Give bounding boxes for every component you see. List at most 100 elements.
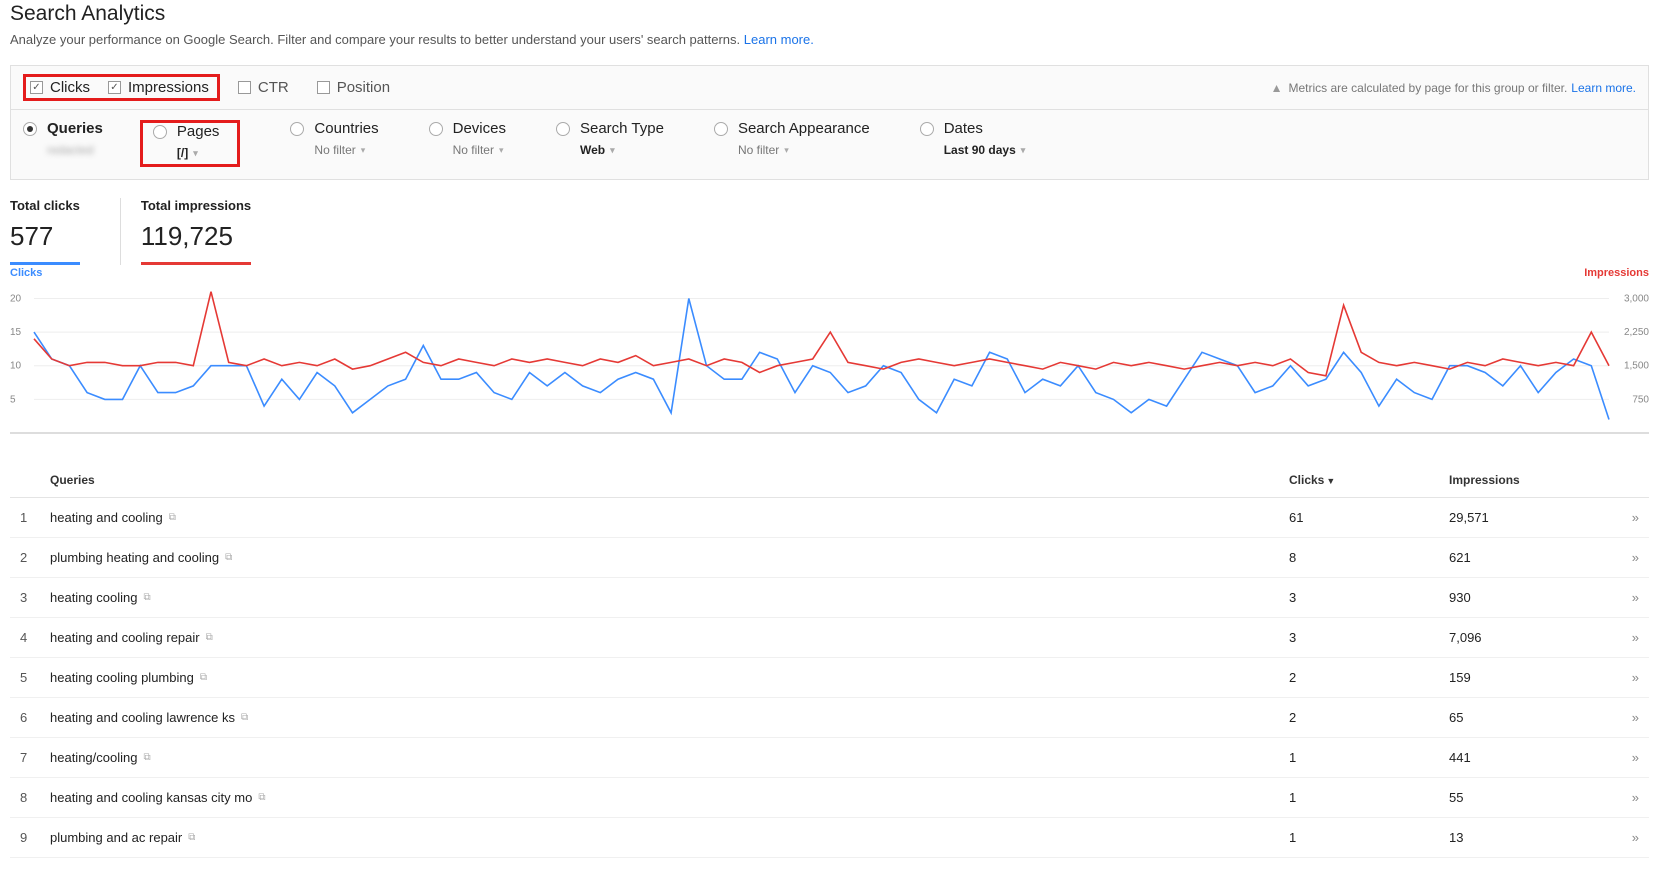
dimension-search-type[interactable]: Search Type Web▾ bbox=[556, 120, 664, 167]
checkbox-position[interactable]: Position bbox=[317, 79, 390, 96]
svg-text:10: 10 bbox=[10, 361, 22, 372]
page-subtitle: Analyze your performance on Google Searc… bbox=[10, 32, 1649, 47]
cell-clicks: 2 bbox=[1279, 698, 1439, 738]
dimension-sub[interactable]: No filter▾ bbox=[314, 143, 378, 157]
dimension-pages[interactable]: Pages [/]▾ bbox=[153, 123, 220, 160]
cell-query: plumbing heating and cooling⧉ bbox=[40, 538, 1279, 578]
cell-impressions: 7,096 bbox=[1439, 618, 1599, 658]
total-clicks: Total clicks 577 bbox=[10, 198, 100, 265]
dimension-sub[interactable]: Last 90 days▾ bbox=[944, 143, 1026, 157]
accent-bar bbox=[10, 262, 80, 265]
external-link-icon[interactable]: ⧉ bbox=[258, 792, 265, 803]
header-index bbox=[10, 463, 40, 498]
dimension-sub: redacted bbox=[47, 143, 103, 157]
table-row[interactable]: 3heating cooling⧉3930» bbox=[10, 578, 1649, 618]
expand-row-button[interactable]: » bbox=[1599, 538, 1649, 578]
cell-clicks: 2 bbox=[1279, 658, 1439, 698]
dimension-countries[interactable]: Countries No filter▾ bbox=[290, 120, 378, 167]
external-link-icon[interactable]: ⧉ bbox=[169, 512, 176, 523]
metrics-note: ▲ Metrics are calculated by page for thi… bbox=[1271, 81, 1636, 95]
dimension-sub[interactable]: No filter▾ bbox=[738, 143, 870, 157]
expand-row-button[interactable]: » bbox=[1599, 618, 1649, 658]
cell-clicks: 1 bbox=[1279, 778, 1439, 818]
metrics-row: Clicks Impressions CTR Position ▲ Metric… bbox=[11, 66, 1648, 110]
cell-clicks: 1 bbox=[1279, 818, 1439, 858]
table-row[interactable]: 8heating and cooling kansas city mo⧉155» bbox=[10, 778, 1649, 818]
external-link-icon[interactable]: ⧉ bbox=[241, 712, 248, 723]
cell-query: heating and cooling kansas city mo⧉ bbox=[40, 778, 1279, 818]
cell-query: heating and cooling lawrence ks⧉ bbox=[40, 698, 1279, 738]
header-queries[interactable]: Queries bbox=[40, 463, 1279, 498]
totals-row: Total clicks 577 Total impressions 119,7… bbox=[10, 198, 1649, 265]
cell-clicks: 3 bbox=[1279, 578, 1439, 618]
radio-icon bbox=[290, 122, 304, 136]
dimension-sub[interactable]: [/]▾ bbox=[177, 146, 220, 160]
row-index: 6 bbox=[10, 698, 40, 738]
table-row[interactable]: 6heating and cooling lawrence ks⧉265» bbox=[10, 698, 1649, 738]
accent-bar bbox=[141, 262, 251, 265]
cell-clicks: 61 bbox=[1279, 498, 1439, 538]
cell-impressions: 55 bbox=[1439, 778, 1599, 818]
external-link-icon[interactable]: ⧉ bbox=[143, 752, 150, 763]
header-expand bbox=[1599, 463, 1649, 498]
radio-icon bbox=[23, 122, 37, 136]
checkbox-label: CTR bbox=[258, 79, 289, 96]
filter-panel: Clicks Impressions CTR Position ▲ Metric… bbox=[10, 65, 1649, 180]
row-index: 8 bbox=[10, 778, 40, 818]
table-row[interactable]: 2plumbing heating and cooling⧉8621» bbox=[10, 538, 1649, 578]
cell-clicks: 3 bbox=[1279, 618, 1439, 658]
row-index: 4 bbox=[10, 618, 40, 658]
row-index: 1 bbox=[10, 498, 40, 538]
table-row[interactable]: 1heating and cooling⧉6129,571» bbox=[10, 498, 1649, 538]
expand-row-button[interactable]: » bbox=[1599, 738, 1649, 778]
external-link-icon[interactable]: ⧉ bbox=[206, 632, 213, 643]
expand-row-button[interactable]: » bbox=[1599, 578, 1649, 618]
dimension-sub[interactable]: Web▾ bbox=[580, 143, 664, 157]
metrics-note-link[interactable]: Learn more. bbox=[1571, 81, 1636, 95]
metrics-note-text: Metrics are calculated by page for this … bbox=[1288, 81, 1567, 95]
table-row[interactable]: 5heating cooling plumbing⧉2159» bbox=[10, 658, 1649, 698]
dimension-sub[interactable]: No filter▾ bbox=[453, 143, 506, 157]
learn-more-link[interactable]: Learn more. bbox=[744, 32, 814, 47]
cell-impressions: 159 bbox=[1439, 658, 1599, 698]
total-label: Total impressions bbox=[141, 198, 251, 213]
expand-row-button[interactable]: » bbox=[1599, 818, 1649, 858]
dimension-devices[interactable]: Devices No filter▾ bbox=[429, 120, 506, 167]
dimension-search-appearance[interactable]: Search Appearance No filter▾ bbox=[714, 120, 870, 167]
chevron-down-icon: ▾ bbox=[784, 145, 789, 156]
cell-query: heating cooling⧉ bbox=[40, 578, 1279, 618]
external-link-icon[interactable]: ⧉ bbox=[143, 592, 150, 603]
chevron-down-icon: ▾ bbox=[1021, 145, 1026, 156]
dimensions-row: Queries redacted Pages [/]▾ Countries bbox=[11, 110, 1648, 179]
dimension-dates[interactable]: Dates Last 90 days▾ bbox=[920, 120, 1026, 167]
table-row[interactable]: 4heating and cooling repair⧉37,096» bbox=[10, 618, 1649, 658]
highlight-metrics: Clicks Impressions bbox=[23, 74, 220, 101]
sort-desc-icon: ▼ bbox=[1326, 476, 1335, 486]
external-link-icon[interactable]: ⧉ bbox=[225, 552, 232, 563]
radio-icon bbox=[153, 125, 167, 139]
checkbox-ctr[interactable]: CTR bbox=[238, 79, 289, 96]
dimension-label: Countries bbox=[314, 120, 378, 137]
expand-row-button[interactable]: » bbox=[1599, 698, 1649, 738]
header-impressions[interactable]: Impressions bbox=[1439, 463, 1599, 498]
page-title: Search Analytics bbox=[10, 2, 1649, 26]
checkbox-clicks[interactable]: Clicks bbox=[30, 79, 90, 96]
table-row[interactable]: 7heating/cooling⧉1441» bbox=[10, 738, 1649, 778]
external-link-icon[interactable]: ⧉ bbox=[188, 832, 195, 843]
dimension-label: Pages bbox=[177, 123, 220, 140]
external-link-icon[interactable]: ⧉ bbox=[200, 672, 207, 683]
line-chart: 203,000152,250101,5005750 bbox=[10, 271, 1649, 441]
cell-impressions: 65 bbox=[1439, 698, 1599, 738]
table-row[interactable]: 9plumbing and ac repair⧉113» bbox=[10, 818, 1649, 858]
expand-row-button[interactable]: » bbox=[1599, 498, 1649, 538]
axis-label-clicks: Clicks bbox=[10, 267, 42, 279]
expand-row-button[interactable]: » bbox=[1599, 778, 1649, 818]
header-clicks[interactable]: Clicks▼ bbox=[1279, 463, 1439, 498]
queries-table: Queries Clicks▼ Impressions 1heating and… bbox=[10, 463, 1649, 858]
cell-clicks: 1 bbox=[1279, 738, 1439, 778]
dimension-queries[interactable]: Queries redacted bbox=[23, 120, 103, 167]
radio-icon bbox=[556, 122, 570, 136]
checkbox-impressions[interactable]: Impressions bbox=[108, 79, 209, 96]
expand-row-button[interactable]: » bbox=[1599, 658, 1649, 698]
svg-text:1,500: 1,500 bbox=[1624, 361, 1649, 372]
